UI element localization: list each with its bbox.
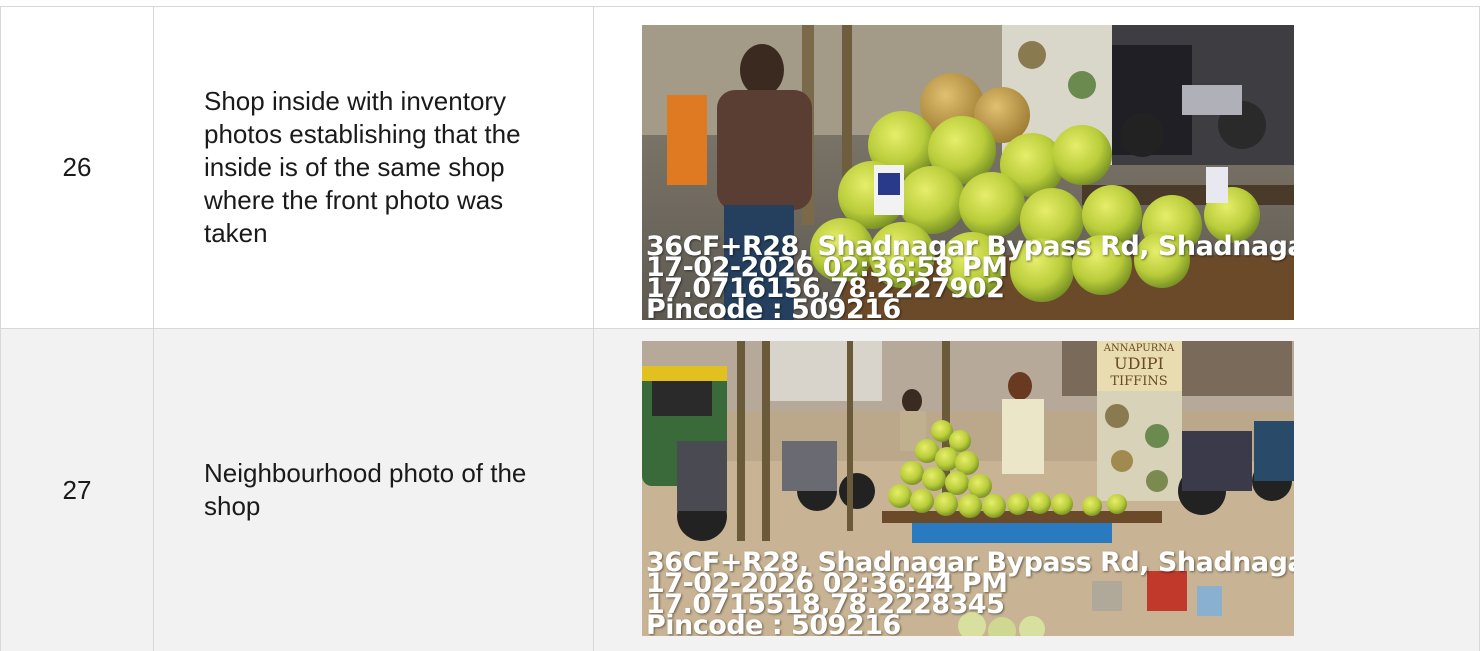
row-description: Neighbourhood photo of the shop	[204, 458, 527, 521]
table-row: 27 Neighbourhood photo of the shop ANNAP…	[1, 329, 1479, 651]
row-number: 26	[62, 152, 92, 182]
photo-evidence-table: 26 Shop inside with inventory photos est…	[0, 6, 1480, 651]
row-number-cell: 26	[1, 7, 154, 328]
photo-cell: 36CF+R28, Shadnagar Bypass Rd, Shadnaga …	[594, 7, 1479, 328]
geotag-overlay: 36CF+R28, Shadnagar Bypass Rd, Shadnaga …	[646, 233, 1294, 320]
row-number: 27	[62, 474, 92, 505]
row-description: Shop inside with inventory photos establ…	[204, 86, 521, 248]
svg-text:ANNAPURNA: ANNAPURNA	[1103, 343, 1175, 354]
table-row: 26 Shop inside with inventory photos est…	[1, 7, 1479, 329]
photo-cell: ANNAPURNA UDIPI TIFFINS 36CF+R28, Shadna…	[594, 329, 1479, 651]
description-cell: Neighbourhood photo of the shop	[154, 329, 594, 651]
row-number-cell: 27	[1, 329, 154, 651]
shop-inside-photo[interactable]: 36CF+R28, Shadnagar Bypass Rd, Shadnaga …	[642, 25, 1294, 320]
geotag-overlay: 36CF+R28, Shadnagar Bypass Rd, Shadnaga …	[646, 549, 1294, 636]
description-cell: Shop inside with inventory photos establ…	[154, 7, 594, 328]
svg-text:TIFFINS: TIFFINS	[1110, 374, 1167, 389]
svg-text:UDIPI: UDIPI	[1114, 354, 1164, 373]
neighbourhood-photo[interactable]: ANNAPURNA UDIPI TIFFINS 36CF+R28, Shadna…	[642, 341, 1294, 636]
